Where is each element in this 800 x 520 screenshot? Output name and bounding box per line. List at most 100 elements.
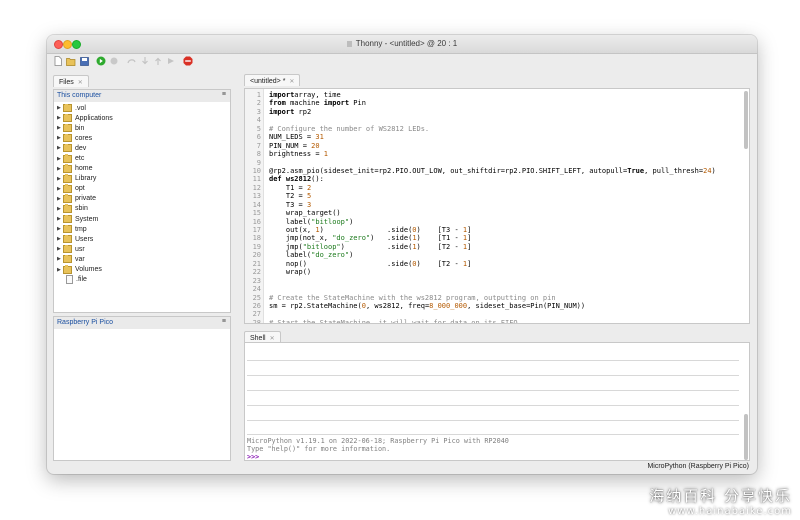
code-token: wrap() (269, 268, 312, 277)
tree-folder-item[interactable]: ▶ opt (54, 184, 230, 194)
tree-folder-item[interactable]: ▶ System (54, 214, 230, 224)
code-line: 24 (245, 285, 745, 293)
tree-folder-item[interactable]: ▶ home (54, 164, 230, 174)
tree-folder-item[interactable]: ▶ private (54, 194, 230, 204)
tree-folder-item[interactable]: ▶ bin (54, 123, 230, 133)
code-line: 11 def ws2812(): (245, 175, 745, 183)
tree-file-item[interactable]: .file (54, 275, 230, 285)
tab-untitled[interactable]: <untitled> * ✕ (244, 74, 301, 86)
tree-folder-item[interactable]: ▶ etc (54, 153, 230, 163)
line-number: 28 (252, 318, 261, 324)
close-tab-icon[interactable]: ✕ (289, 78, 294, 85)
tree-folder-item[interactable]: ▶ Volumes (54, 265, 230, 275)
code-line: 16 label("bitloop") (245, 218, 745, 226)
step-out-icon (153, 56, 163, 66)
tree-item-label: cores (75, 134, 93, 142)
code-token: label( (269, 217, 312, 226)
folder-icon (63, 265, 72, 274)
editor-scrollbar[interactable] (744, 91, 748, 149)
shell-pane[interactable]: MicroPython v1.19.1 on 2022-06-18; Raspb… (244, 342, 750, 461)
close-tab-icon[interactable]: ✕ (270, 335, 275, 342)
code-token: ] (467, 259, 472, 268)
tree-item-label: Applications (75, 114, 113, 122)
code-token: 2 (306, 183, 312, 192)
tree-folder-item[interactable]: ▶ Applications (54, 113, 230, 123)
code-token: ) (349, 217, 354, 226)
run-icon[interactable] (96, 56, 106, 66)
code-line: 13 T2 = 5 (245, 192, 745, 200)
code-token: label( (269, 251, 312, 260)
code-line: 2 from machine import Pin (245, 99, 745, 107)
close-tab-icon[interactable]: ✕ (78, 79, 83, 86)
tree-item-label: .vol (75, 104, 86, 112)
tree-folder-item[interactable]: ▶ Library (54, 174, 230, 184)
tree-folder-item[interactable]: ▶ .vol (54, 103, 230, 113)
code-token: machine (285, 99, 324, 108)
code-token: jmp( (269, 242, 303, 251)
folder-icon (63, 234, 72, 244)
code-area[interactable]: 1 importarray, time 2 from machine import P… (245, 91, 745, 324)
tree-folder-item[interactable]: ▶ usr (54, 244, 230, 254)
pane-menu-icon[interactable]: ≡ (222, 91, 226, 98)
shell-help-text: Type "help()" for more information. (247, 445, 391, 453)
code-token: import (323, 99, 350, 108)
folder-icon (63, 174, 72, 183)
code-line: 1 importarray, time (245, 91, 745, 99)
folder-icon (63, 204, 72, 213)
file-tree: ▶ .vol ▶ Applications ▶ bin ▶ cores ▶ dev ▶ etc ▶ hom… (54, 103, 230, 285)
tree-folder-item[interactable]: ▶ sbin (54, 204, 230, 214)
debug-icon (109, 56, 119, 66)
code-text: def ws2812(): (269, 175, 324, 183)
save-icon[interactable] (79, 56, 89, 66)
code-line: 10 @rp2.asm_pio(sideset_init=rp2.PIO.OUT_… (245, 167, 745, 175)
step-into-icon (140, 56, 150, 66)
code-token: ) [T1 - (416, 234, 463, 243)
code-token: ] (467, 234, 472, 243)
line-number: 3 (256, 107, 261, 116)
code-text: out(x, 1) .side(0) [T3 - 1] (269, 226, 471, 234)
tree-folder-item[interactable]: ▶ tmp (54, 224, 230, 234)
tree-folder-item[interactable]: ▶ dev (54, 143, 230, 153)
shell-scrollbar[interactable] (744, 414, 748, 460)
code-text: jmp(not_x, "do_zero") .side(1) [T1 - 1] (269, 234, 471, 242)
code-token: # Start the StateMachine, it will wait f… (269, 318, 522, 324)
code-token: 20 (311, 141, 320, 150)
open-icon[interactable] (66, 56, 76, 66)
code-editor[interactable]: 1 importarray, time 2 from machine import P… (244, 88, 750, 324)
code-text: # Configure the number of WS2812 LEDs. (269, 125, 429, 133)
code-token: from (269, 99, 286, 108)
new-icon[interactable] (53, 56, 63, 66)
code-text: jmp("bitloop") .side(1) [T2 - 1] (269, 243, 471, 251)
folder-icon (63, 214, 72, 224)
code-line: 15 wrap_target() (245, 209, 745, 217)
code-token: ) .side( (319, 226, 413, 234)
stop-icon[interactable] (183, 56, 193, 66)
code-token: ) [T2 - (416, 242, 463, 251)
interpreter-status[interactable]: MicroPython (Raspberry Pi Pico) (647, 463, 749, 470)
line-number: 22 (252, 268, 261, 277)
code-line: 12 T1 = 2 (245, 184, 745, 192)
toolbar (47, 54, 757, 70)
tab-files[interactable]: Files ✕ (53, 75, 89, 87)
shell-output-line (247, 405, 739, 406)
code-token: , ws2812, freq= (365, 301, 430, 310)
line-number: 9 (256, 158, 261, 167)
code-line: 9 (245, 159, 745, 167)
tree-folder-item[interactable]: ▶ Users (54, 234, 230, 244)
shell-output-line (247, 434, 739, 435)
tree-item-label: private (75, 195, 97, 203)
code-token: ) .side( (370, 234, 413, 243)
line-number: 18 (252, 234, 261, 243)
code-token: NUM_LEDS = (269, 133, 316, 142)
tree-folder-item[interactable]: ▶ var (54, 254, 230, 264)
code-text: T2 = 5 (269, 192, 311, 200)
document-icon (346, 41, 352, 47)
line-number: 12 (252, 183, 261, 192)
shell-prompt[interactable]: >>> (247, 453, 259, 460)
line-number: 10 (252, 166, 261, 175)
device-pane-menu-icon[interactable]: ≡ (222, 318, 226, 325)
folder-icon (63, 164, 72, 173)
code-line: 25 # Create the StateMachine with the ws2… (245, 294, 745, 302)
tree-folder-item[interactable]: ▶ cores (54, 133, 230, 143)
code-token: # Configure the number of WS2812 LEDs. (269, 124, 430, 133)
